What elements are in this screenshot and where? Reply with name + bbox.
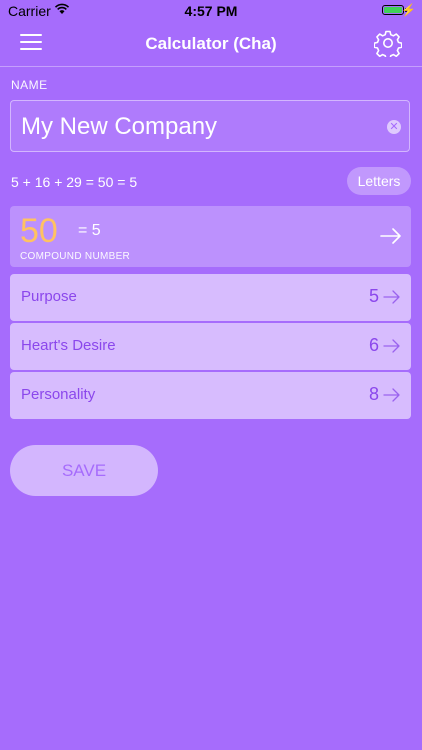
settings-gear-icon[interactable] [374, 29, 402, 57]
row-label: Personality [21, 386, 96, 403]
name-label: NAME [11, 78, 48, 92]
compound-number-card[interactable]: 50 = 5 COMPOUND NUMBER [10, 206, 411, 267]
navigation-bar: Calculator (Cha) [0, 22, 422, 67]
row-personality[interactable]: Personality 8 [10, 372, 411, 419]
row-label: Heart's Desire [21, 337, 116, 354]
arrow-right-icon [383, 339, 400, 353]
compound-reduced-value: = 5 [78, 222, 101, 239]
compound-number-value: 50 [20, 212, 58, 250]
name-field[interactable]: ✕ [10, 100, 410, 152]
arrow-right-icon [380, 228, 401, 244]
page-title: Calculator (Cha) [145, 34, 277, 53]
save-button[interactable]: SAVE [10, 445, 158, 496]
name-input[interactable] [19, 111, 383, 143]
letters-button[interactable]: Letters [347, 167, 411, 195]
arrow-right-icon [383, 290, 400, 304]
row-value: 6 [368, 335, 379, 355]
arrow-right-icon [383, 388, 400, 402]
charging-icon: ⚡ [401, 3, 416, 17]
status-bar: Carrier 4:57 PM ⚡ [0, 0, 422, 22]
row-purpose[interactable]: Purpose 5 [10, 274, 411, 321]
formula-text: 5 + 16 + 29 = 50 = 5 [11, 174, 138, 190]
row-label: Purpose [21, 288, 77, 305]
row-value: 8 [368, 384, 379, 404]
row-hearts-desire[interactable]: Heart's Desire 6 [10, 323, 411, 370]
compound-number-label: COMPOUND NUMBER [20, 251, 131, 262]
status-time: 4:57 PM [184, 3, 238, 19]
row-value: 5 [368, 286, 379, 306]
clear-icon[interactable]: ✕ [387, 120, 401, 134]
